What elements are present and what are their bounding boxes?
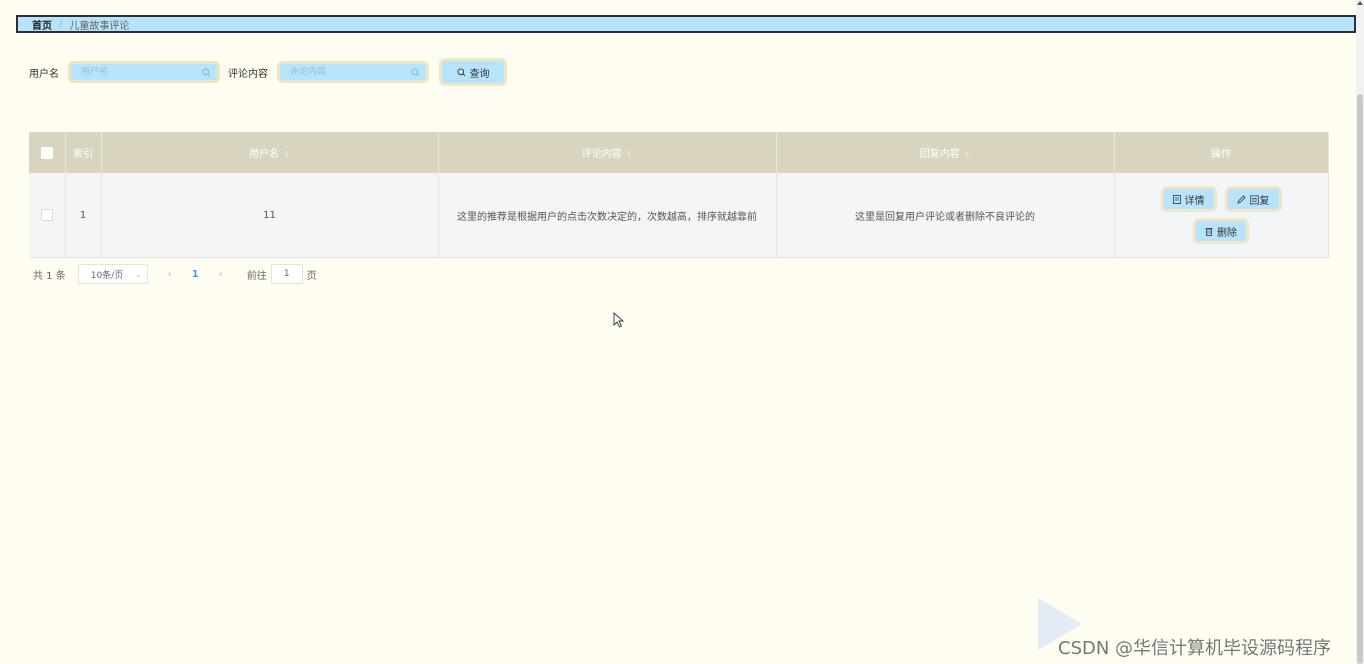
page-size-select[interactable]: 10条/页 ⌄ bbox=[77, 264, 148, 284]
sort-icon[interactable]: ⇕ bbox=[283, 150, 290, 159]
header-actions: 操作 bbox=[1114, 132, 1329, 173]
action-row: 详情 回复 bbox=[1160, 186, 1282, 212]
header-username[interactable]: 用户名 ⇕ bbox=[101, 132, 439, 173]
scrollbar[interactable] bbox=[1356, 0, 1364, 664]
sort-icon[interactable]: ⇕ bbox=[964, 150, 971, 159]
row-select-cell bbox=[29, 173, 66, 258]
comments-table: 索引 用户名 ⇕ 评论内容 ⇕ 回复内容 ⇕ 操作 1 11 这里的推荐是根据用户的点… bbox=[29, 132, 1329, 258]
username-label: 用户名 bbox=[29, 68, 59, 80]
search-bar: 用户名 评论内容 查询 bbox=[29, 58, 507, 86]
breadcrumb-current: 儿童故事评论 bbox=[69, 20, 130, 32]
mouse-cursor-icon bbox=[613, 312, 625, 328]
delete-button-label: 删除 bbox=[1217, 227, 1237, 239]
row-checkbox[interactable] bbox=[40, 209, 53, 221]
page-number[interactable]: 1 bbox=[192, 269, 199, 280]
search-icon bbox=[456, 67, 465, 76]
detail-button[interactable]: 详情 bbox=[1160, 186, 1217, 212]
comment-search-box bbox=[277, 61, 429, 83]
table-row: 1 11 这里的推荐是根据用户的点击次数决定的，次数越高，排序就越靠前 这里是回… bbox=[29, 173, 1329, 258]
chevron-down-icon: ⌄ bbox=[135, 269, 142, 279]
reply-button-label: 回复 bbox=[1249, 195, 1270, 207]
page-size-value: 10条/页 bbox=[90, 270, 124, 281]
header-reply-label: 回复内容 bbox=[919, 149, 960, 160]
sort-icon[interactable]: ⇕ bbox=[626, 150, 633, 159]
watermark-text: CSDN @华信计算机毕设源码程序 bbox=[1058, 638, 1332, 659]
row-index: 1 bbox=[65, 173, 102, 258]
trash-icon bbox=[1205, 227, 1213, 236]
breadcrumb-separator: / bbox=[59, 18, 63, 30]
scroll-up-icon[interactable] bbox=[1357, 1, 1363, 5]
reply-button[interactable]: 回复 bbox=[1224, 186, 1282, 212]
detail-button-label: 详情 bbox=[1184, 195, 1205, 207]
breadcrumb-home[interactable]: 首页 bbox=[32, 17, 52, 32]
total-count: 共 1 条 bbox=[33, 270, 66, 282]
goto-label: 前往 bbox=[246, 270, 267, 282]
action-buttons: 详情 回复 删除 bbox=[1116, 186, 1327, 244]
header-index: 索引 bbox=[65, 132, 102, 173]
username-search-box bbox=[68, 61, 220, 83]
goto-page-input[interactable]: 1 bbox=[270, 264, 303, 284]
row-actions: 详情 回复 删除 bbox=[1114, 173, 1329, 258]
row-username: 11 bbox=[101, 173, 439, 258]
select-all-checkbox[interactable] bbox=[40, 146, 53, 159]
comment-input[interactable] bbox=[290, 67, 410, 77]
row-comment: 这里的推荐是根据用户的点击次数决定的，次数越高，排序就越靠前 bbox=[438, 173, 777, 258]
next-page-icon[interactable]: › bbox=[219, 269, 223, 280]
header-reply[interactable]: 回复内容 ⇕ bbox=[776, 132, 1115, 173]
search-icon bbox=[411, 68, 420, 77]
select-all-cell bbox=[29, 132, 66, 173]
header-username-label: 用户名 bbox=[249, 149, 280, 160]
query-button[interactable]: 查询 bbox=[439, 58, 507, 86]
delete-button[interactable]: 删除 bbox=[1193, 218, 1249, 244]
edit-icon bbox=[1236, 194, 1246, 204]
scrollbar-thumb[interactable] bbox=[1357, 94, 1363, 664]
pagination: 共 1 条 10条/页 ⌄ ‹ 1 › 前往 1 页 bbox=[33, 264, 317, 284]
table-header-row: 索引 用户名 ⇕ 评论内容 ⇕ 回复内容 ⇕ 操作 bbox=[29, 132, 1329, 173]
row-reply: 这里是回复用户评论或者删除不良评论的 bbox=[776, 173, 1115, 258]
header-comment-label: 评论内容 bbox=[581, 149, 622, 160]
breadcrumb: 首页 / 儿童故事评论 bbox=[16, 15, 1356, 33]
prev-page-icon[interactable]: ‹ bbox=[168, 269, 172, 280]
comment-label: 评论内容 bbox=[228, 68, 268, 80]
query-button-label: 查询 bbox=[469, 68, 490, 80]
header-comment[interactable]: 评论内容 ⇕ bbox=[438, 132, 777, 173]
page-suffix: 页 bbox=[306, 270, 317, 282]
search-icon bbox=[202, 68, 211, 77]
document-icon bbox=[1172, 194, 1181, 204]
username-input[interactable] bbox=[81, 67, 201, 77]
